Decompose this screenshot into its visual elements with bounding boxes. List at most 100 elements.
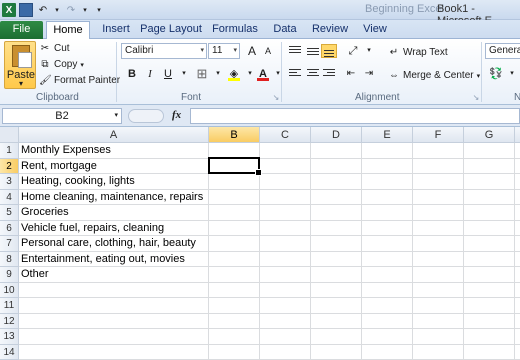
column-gridline xyxy=(208,143,209,360)
column-gridline xyxy=(463,143,464,360)
cell-a9[interactable]: Other xyxy=(21,267,49,282)
excel-logo-icon[interactable]: X xyxy=(2,3,16,17)
chevron-down-icon[interactable]: ▾ xyxy=(176,66,192,82)
borders-icon[interactable]: ⊞ xyxy=(194,66,210,82)
tab-formulas[interactable]: Formulas xyxy=(208,21,262,39)
undo-icon[interactable]: ↶ xyxy=(36,3,50,17)
decrease-indent-icon[interactable]: ⇤ xyxy=(343,66,359,82)
cell-a4[interactable]: Home cleaning, maintenance, repairs xyxy=(21,190,203,205)
font-group-label: Font xyxy=(181,92,202,103)
row-header[interactable]: 10 xyxy=(0,282,19,298)
chevron-down-icon[interactable]: ▾ xyxy=(210,66,226,82)
cell-a8[interactable]: Entertainment, eating out, movies xyxy=(21,252,185,267)
dropdown-arrow-icon[interactable]: ▾ xyxy=(53,3,61,17)
column-header-partial[interactable] xyxy=(515,127,520,143)
column-header-b[interactable]: B xyxy=(209,127,260,143)
accounting-format-icon[interactable]: 💱 xyxy=(488,66,504,82)
save-icon[interactable] xyxy=(19,3,33,17)
cell-a7[interactable]: Personal care, clothing, hair, beauty xyxy=(21,236,196,251)
cut-button[interactable]: ✂ Cut xyxy=(39,41,70,56)
tab-page-layout[interactable]: Page Layout xyxy=(139,21,203,39)
font-size-combo[interactable]: 11 ▾ xyxy=(208,43,240,59)
chevron-down-icon[interactable]: ▾ xyxy=(270,66,286,82)
row-header[interactable]: 4 xyxy=(0,189,19,205)
name-box[interactable]: B2 ▾ xyxy=(2,108,122,124)
grow-font-button[interactable]: A xyxy=(244,43,260,59)
row-header[interactable]: 2 xyxy=(0,158,19,174)
bottom-align-icon[interactable] xyxy=(321,44,337,58)
row-header[interactable]: 1 xyxy=(0,143,19,159)
row-header[interactable]: 14 xyxy=(0,344,19,360)
group-divider xyxy=(481,42,482,102)
paste-button[interactable]: Paste ▾ xyxy=(4,41,36,89)
middle-align-icon[interactable] xyxy=(305,44,321,58)
row-header[interactable]: 9 xyxy=(0,267,19,283)
format-painter-button[interactable]: 🖌 Format Painter xyxy=(39,73,120,88)
row-gridline xyxy=(19,281,520,283)
redo-icon[interactable]: ↷ xyxy=(64,3,78,17)
merge-center-button[interactable]: ⇔ Merge & Center ▾ xyxy=(388,68,480,83)
column-gridline xyxy=(514,143,515,360)
format-painter-label: Format Painter xyxy=(54,75,121,86)
bold-button[interactable]: B xyxy=(124,66,140,82)
clipboard-icon xyxy=(12,45,32,68)
insert-function-button[interactable]: fx xyxy=(172,109,181,121)
tab-insert[interactable]: Insert xyxy=(96,21,136,39)
tab-review[interactable]: Review xyxy=(308,21,352,39)
column-header-g[interactable]: G xyxy=(464,127,515,143)
column-header-a[interactable]: A xyxy=(19,127,209,143)
merge-center-label: Merge & Center xyxy=(403,70,474,81)
column-header-f[interactable]: F xyxy=(413,127,464,143)
active-cell-b2[interactable] xyxy=(208,157,262,176)
cell-a6[interactable]: Vehicle fuel, repairs, cleaning xyxy=(21,221,164,236)
increase-indent-icon[interactable]: ⇥ xyxy=(361,66,377,82)
orientation-icon[interactable]: ⤢ xyxy=(345,43,361,59)
row-header[interactable]: 6 xyxy=(0,220,19,236)
font-color-bar xyxy=(257,78,269,81)
row-header[interactable]: 5 xyxy=(0,205,19,221)
align-left-icon[interactable] xyxy=(287,67,303,81)
font-name-value: Calibri xyxy=(125,45,154,56)
tab-file[interactable]: File xyxy=(0,21,43,39)
row-header[interactable]: 3 xyxy=(0,174,19,190)
column-header-c[interactable]: C xyxy=(260,127,311,143)
dropdown-arrow-icon[interactable]: ▾ xyxy=(81,3,89,17)
chevron-down-icon[interactable]: ▾ xyxy=(504,66,520,82)
cell-a1[interactable]: Monthly Expenses xyxy=(21,143,111,158)
row-header[interactable]: 7 xyxy=(0,236,19,252)
chevron-down-icon: ▾ xyxy=(476,72,481,80)
row-header[interactable]: 8 xyxy=(0,251,19,267)
column-header-e[interactable]: E xyxy=(362,127,413,143)
cell-a5[interactable]: Groceries xyxy=(21,205,69,220)
chevron-down-icon[interactable]: ▾ xyxy=(361,43,377,59)
number-format-combo[interactable]: General xyxy=(485,43,520,59)
row-header[interactable]: 11 xyxy=(0,298,19,314)
customize-qat-icon[interactable]: ▾ xyxy=(92,3,106,17)
tab-home[interactable]: Home xyxy=(46,21,90,40)
underline-button[interactable]: U xyxy=(160,66,176,82)
top-align-icon[interactable] xyxy=(287,44,303,58)
cell-a3[interactable]: Heating, cooking, lights xyxy=(21,174,135,189)
wrap-text-button[interactable]: ↵ Wrap Text xyxy=(388,45,448,60)
column-header-d[interactable]: D xyxy=(311,127,362,143)
tab-data[interactable]: Data xyxy=(268,21,302,39)
row-header[interactable]: 12 xyxy=(0,313,19,329)
shrink-font-button[interactable]: A xyxy=(260,43,276,59)
fill-color-icon[interactable]: ◈ xyxy=(226,66,242,82)
align-center-icon[interactable] xyxy=(305,67,321,81)
formula-input[interactable] xyxy=(190,108,520,124)
align-right-icon[interactable] xyxy=(321,67,337,81)
copy-label: Copy xyxy=(54,59,78,70)
tab-view[interactable]: View xyxy=(358,21,392,39)
row-gridline xyxy=(19,297,520,298)
row-header[interactable]: 13 xyxy=(0,329,19,345)
font-name-combo[interactable]: Calibri ▾ xyxy=(121,43,207,59)
italic-button[interactable]: I xyxy=(142,66,158,82)
select-all-corner[interactable] xyxy=(0,127,19,143)
font-color-icon[interactable]: A xyxy=(255,66,271,82)
wrap-text-icon: ↵ xyxy=(389,47,399,58)
cell-a2[interactable]: Rent, mortgage xyxy=(21,159,97,174)
copy-button[interactable]: ⧉ Copy ▾ xyxy=(39,57,83,72)
formula-scroll-handle[interactable] xyxy=(128,109,164,123)
wrap-text-label: Wrap Text xyxy=(403,47,448,58)
